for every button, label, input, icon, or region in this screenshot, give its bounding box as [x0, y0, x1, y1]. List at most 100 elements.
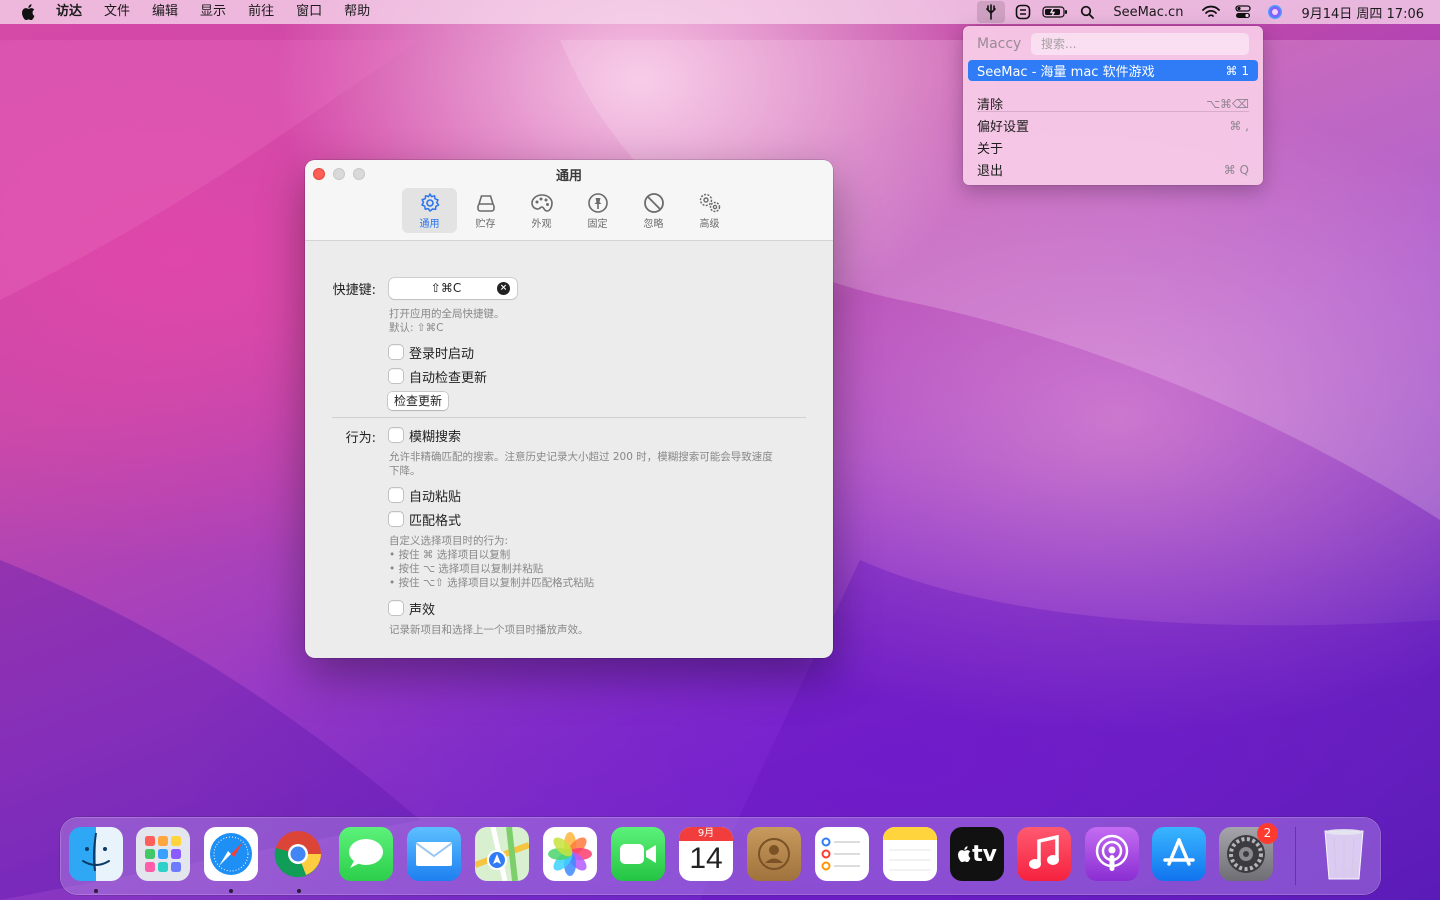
dock-separator [1295, 827, 1296, 885]
menu-go[interactable]: 前往 [248, 0, 274, 24]
app-store-icon[interactable] [1152, 827, 1206, 881]
behavior-label: 行为: [345, 431, 376, 446]
mail-icon[interactable] [407, 827, 461, 881]
history-item-shortcut: ⌘ 1 [1225, 63, 1249, 78]
calendar-icon[interactable]: 9月 14 [679, 827, 733, 881]
maccy-clear-item[interactable]: 清除 ⌥⌘⌫ [968, 93, 1258, 114]
hotkey-value: ⇧⌘C [430, 281, 462, 295]
tab-general[interactable]: 通用 [402, 188, 457, 233]
tab-storage-label: 贮存 [475, 219, 496, 230]
settings-notification-badge: 2 [1257, 823, 1278, 844]
menu-window[interactable]: 窗口 [296, 0, 322, 24]
fuzzy-search-hint: 允许非精确匹配的搜索。注意历史记录大小超过 200 时，模糊搜索可能会导致速度下… [389, 451, 773, 477]
tab-appearance[interactable]: 外观 [514, 188, 569, 233]
preferences-window: 通用 通用 贮存 外观 固定 忽略 高级 快捷键: ⇧⌘C × 打开应用的全局快… [305, 160, 833, 658]
maccy-title: Maccy [977, 36, 1022, 52]
gears-icon [699, 193, 720, 213]
battery-icon[interactable] [1041, 1, 1069, 23]
safari-running-dot [229, 889, 233, 893]
tab-ignore[interactable]: 忽略 [626, 188, 681, 233]
tab-ignore-label: 忽略 [643, 219, 664, 230]
disk-icon [476, 195, 495, 212]
quit-shortcut: ⌘ Q [1223, 162, 1249, 177]
launch-at-login-label: 登录时启动 [409, 346, 475, 362]
maccy-history-item[interactable]: SeeMac - 海量 mac 软件游戏 ⌘ 1 [968, 60, 1258, 81]
checkbox-box[interactable] [389, 488, 403, 502]
menubar-datetime[interactable]: 9月14日 周四 17:06 [1301, 3, 1424, 22]
notes-icon[interactable] [883, 827, 937, 881]
menu-help[interactable]: 帮助 [344, 0, 370, 24]
chrome-icon[interactable] [271, 827, 325, 881]
quit-label: 退出 [977, 164, 1004, 179]
fuzzy-search-label: 模糊搜索 [409, 429, 462, 445]
contacts-icon[interactable] [747, 827, 801, 881]
hotkey-default: 默认: ⇧⌘C [389, 322, 444, 334]
checkbox-box[interactable] [389, 601, 403, 615]
maccy-quit-item[interactable]: 退出 ⌘ Q [968, 159, 1258, 180]
launchpad-icon[interactable] [136, 827, 190, 881]
match-format-label: 匹配格式 [409, 513, 462, 529]
music-icon[interactable] [1017, 827, 1071, 881]
check-updates-button[interactable]: 检查更新 [388, 392, 449, 410]
launch-at-login-checkbox[interactable]: 登录时启动 [389, 343, 475, 362]
maccy-preferences-item[interactable]: 偏好设置 ⌘ , [968, 115, 1258, 136]
maps-icon[interactable] [475, 827, 529, 881]
tab-advanced-label: 高级 [699, 219, 720, 230]
podcasts-icon[interactable] [1085, 827, 1139, 881]
selection-hint-title: 自定义选择项目时的行为: [389, 535, 509, 547]
siri-icon[interactable] [1261, 1, 1289, 23]
selection-hint-format: • 按住 ⌥⇧ 选择项目以复制并匹配格式粘贴 [389, 577, 595, 589]
control-center-icon[interactable] [1229, 1, 1257, 23]
auto-update-label: 自动检查更新 [409, 370, 488, 386]
finder-icon[interactable] [69, 827, 123, 881]
safari-icon[interactable] [204, 827, 258, 881]
clear-hotkey-icon[interactable]: × [497, 282, 510, 295]
menu-edit[interactable]: 编辑 [152, 0, 178, 24]
hotkey-recorder[interactable]: ⇧⌘C × [389, 278, 517, 299]
maccy-about-item[interactable]: 关于 [968, 137, 1258, 158]
notes-header [883, 827, 937, 840]
window-titlebar: 通用 通用 贮存 外观 固定 忽略 高级 [305, 160, 833, 241]
menu-file[interactable]: 文件 [104, 0, 130, 24]
status-site-label[interactable]: SeeMac.cn [1113, 5, 1183, 20]
pin-icon [587, 193, 608, 213]
match-format-checkbox[interactable]: 匹配格式 [389, 510, 462, 529]
sound-checkbox[interactable]: 声效 [389, 599, 436, 618]
clear-label: 清除 [977, 98, 1004, 113]
clipboard-app-icon[interactable] [1009, 1, 1037, 23]
apple-menu-icon[interactable] [18, 2, 38, 22]
maccy-search-input[interactable] [1031, 33, 1249, 55]
auto-paste-label: 自动粘贴 [409, 489, 462, 505]
window-title: 通用 [555, 169, 582, 184]
apple-tv-icon[interactable]: tv [950, 827, 1004, 881]
auto-paste-checkbox[interactable]: 自动粘贴 [389, 486, 462, 505]
calendar-day: 14 [689, 842, 723, 875]
trash-icon[interactable] [1317, 827, 1371, 881]
tab-pins[interactable]: 固定 [570, 188, 625, 233]
sound-label: 声效 [409, 602, 436, 618]
spotlight-search-icon[interactable] [1073, 1, 1101, 23]
facetime-icon[interactable] [611, 827, 665, 881]
reminders-icon[interactable] [815, 827, 869, 881]
checkbox-box[interactable] [389, 428, 403, 442]
wifi-icon[interactable] [1197, 1, 1225, 23]
checkbox-box[interactable] [389, 369, 403, 383]
photos-icon[interactable] [543, 827, 597, 881]
checkbox-box[interactable] [389, 512, 403, 526]
tab-pins-label: 固定 [587, 219, 608, 230]
checkbox-box[interactable] [389, 345, 403, 359]
menu-bar: 访达 文件 编辑 显示 前往 窗口 帮助 SeeMac.cn 9月14日 周四 … [0, 0, 1440, 24]
tab-general-label: 通用 [419, 219, 440, 230]
tab-storage[interactable]: 贮存 [458, 188, 513, 233]
auto-update-checkbox[interactable]: 自动检查更新 [389, 367, 488, 386]
menu-app-name[interactable]: 访达 [56, 0, 82, 24]
history-item-label: SeeMac - 海量 mac 软件游戏 [977, 65, 1155, 80]
tab-advanced[interactable]: 高级 [682, 188, 737, 233]
preferences-content: 快捷键: ⇧⌘C × 打开应用的全局快捷键。 默认: ⇧⌘C 登录时启动 自动检… [305, 242, 833, 658]
dock: 9月 14 tv 2 [60, 817, 1381, 895]
fuzzy-search-checkbox[interactable]: 模糊搜索 [389, 426, 462, 445]
hotkey-hint: 打开应用的全局快捷键。 [389, 308, 505, 320]
menu-view[interactable]: 显示 [200, 0, 226, 24]
maccy-status-icon[interactable] [977, 1, 1006, 23]
messages-icon[interactable] [339, 827, 393, 881]
